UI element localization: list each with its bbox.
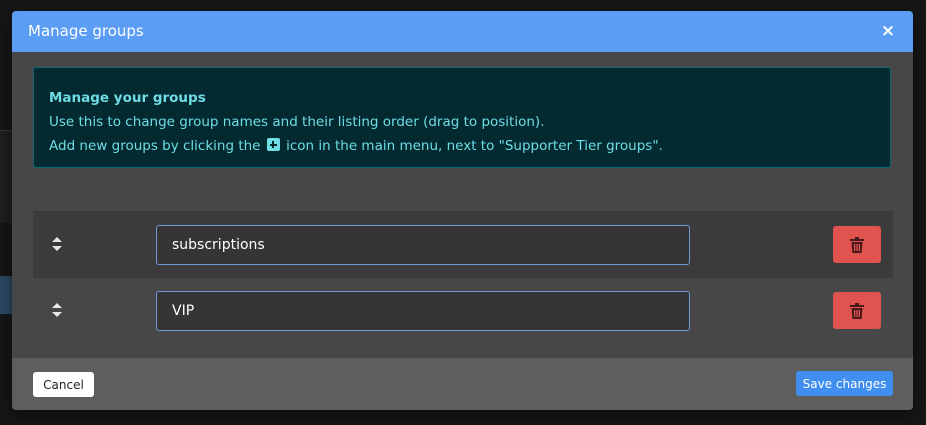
background-page-panel	[0, 130, 12, 223]
cancel-button[interactable]: Cancel	[33, 372, 94, 397]
info-line-2-before: Add new groups by clicking the	[49, 138, 261, 154]
group-name-input[interactable]	[156, 291, 690, 331]
group-name-input[interactable]	[156, 225, 690, 265]
info-line-2: Add new groups by clicking the icon in t…	[49, 134, 875, 158]
manage-groups-modal: Manage groups × Manage your groups Use t…	[12, 11, 913, 410]
modal-footer: Cancel Save changes	[12, 358, 913, 410]
delete-group-button[interactable]	[833, 226, 881, 263]
delete-group-button[interactable]	[833, 292, 881, 329]
drag-handle-icon[interactable]	[51, 302, 63, 318]
info-line-2-after: icon in the main menu, next to "Supporte…	[286, 138, 663, 154]
trash-icon	[850, 303, 864, 319]
trash-icon	[850, 237, 864, 253]
group-row	[33, 277, 893, 343]
close-button[interactable]: ×	[877, 19, 899, 43]
modal-header: Manage groups ×	[12, 11, 913, 52]
modal-title: Manage groups	[28, 22, 144, 40]
info-alert: Manage your groups Use this to change gr…	[33, 67, 891, 168]
info-line-1: Use this to change group names and their…	[49, 114, 545, 130]
groups-list	[33, 211, 893, 343]
group-row	[33, 211, 893, 277]
save-changes-button[interactable]: Save changes	[796, 371, 893, 396]
plus-square-icon	[266, 138, 280, 151]
info-title: Manage your groups	[49, 90, 206, 106]
drag-handle-icon[interactable]	[51, 236, 63, 252]
background-page-highlight	[0, 276, 12, 314]
